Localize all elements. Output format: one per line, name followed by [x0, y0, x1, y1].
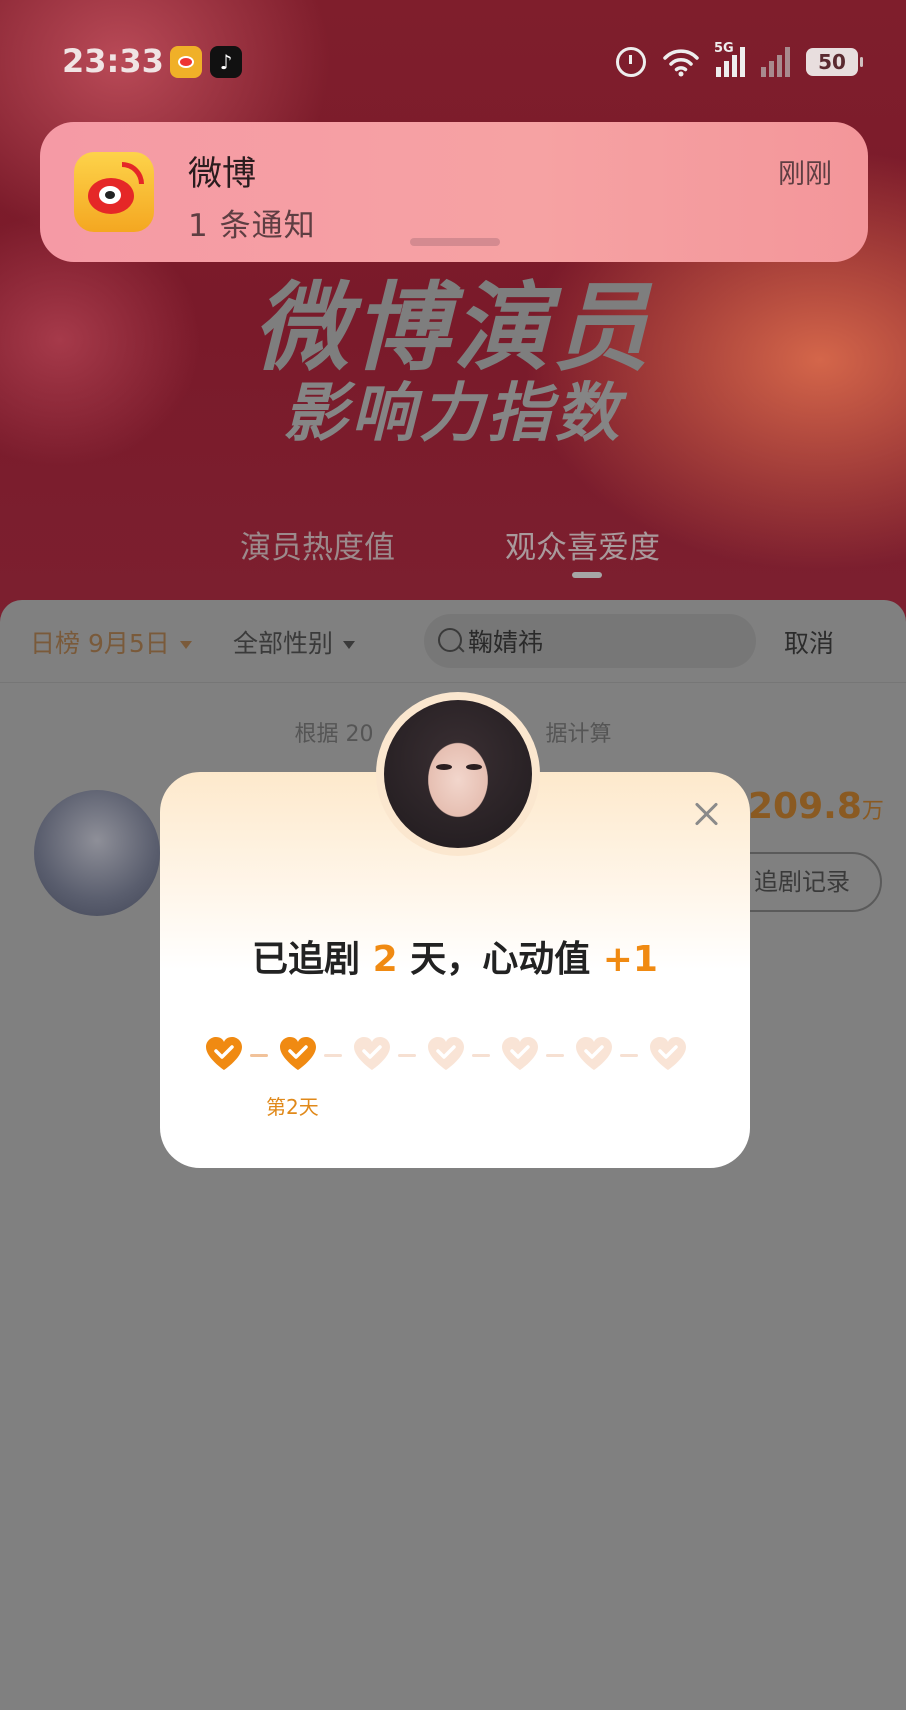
notification-message: 1 条通知 [188, 208, 316, 244]
basis-text-start: 根据 20 [294, 722, 374, 747]
heart-connector [250, 1054, 268, 1057]
date-filter-label: 日榜 9月5日 [30, 629, 170, 658]
notification-banner[interactable]: 微博 1 条通知 刚刚 [40, 122, 868, 262]
notification-app-name: 微博 [188, 154, 256, 194]
tab-bar: 演员热度值 观众喜爱度 [0, 522, 906, 582]
bonus-value: +1 [602, 939, 658, 980]
modal-headline: 已追剧 2 天，心动值 +1 [160, 930, 750, 982]
score-value: 209.8万 [748, 786, 884, 827]
weibo-notification-icon [170, 46, 202, 78]
alarm-icon [616, 47, 646, 77]
status-indicators: 5G 50 [616, 41, 863, 80]
basis-text-end: 据计算 [545, 722, 612, 747]
status-time: 23:33 [62, 42, 164, 80]
score-number: 209.8 [748, 786, 862, 827]
gender-filter[interactable]: 全部性别 [233, 624, 356, 660]
heart-connector [398, 1054, 416, 1057]
notification-time: 刚刚 [778, 159, 832, 190]
heart-empty-icon [650, 1037, 686, 1070]
wifi-icon [663, 49, 699, 77]
heart-checked-icon [206, 1037, 242, 1070]
heart-empty-icon [354, 1037, 390, 1070]
network-type: 5G [714, 41, 734, 56]
chevron-down-icon [343, 641, 356, 649]
headline-prefix: 已追剧 [252, 939, 361, 980]
gender-filter-label: 全部性别 [233, 629, 334, 658]
hero-subtitle: 影响力指数 [283, 377, 623, 451]
heart-empty-icon [576, 1037, 612, 1070]
modal-avatar [376, 692, 540, 856]
search-icon [438, 628, 462, 652]
tiktok-notification-icon: ♪ [210, 46, 242, 78]
search-box[interactable] [424, 614, 756, 668]
tab-actor-heat[interactable]: 演员热度值 [240, 522, 395, 567]
cancel-button[interactable]: 取消 [784, 624, 834, 660]
heart-connector [472, 1054, 490, 1057]
heart-connector [324, 1054, 342, 1057]
active-tab-indicator [572, 572, 602, 578]
score-unit: 万 [861, 799, 884, 824]
date-filter[interactable]: 日榜 9月5日 [30, 624, 192, 660]
filter-bar: 日榜 9月5日 全部性别 取消 [0, 600, 906, 683]
heart-empty-icon [428, 1037, 464, 1070]
headline-mid: 天，心动值 [410, 939, 591, 980]
status-bar: 23:33 ♪ 5G 50 [0, 0, 906, 120]
current-day-label: 第2天 [266, 1095, 319, 1119]
heart-checked-icon [280, 1037, 316, 1070]
heart-connector [546, 1054, 564, 1057]
days-count: 2 [372, 939, 398, 980]
weibo-app-icon [74, 152, 154, 232]
battery-icon: 50 [806, 48, 863, 76]
chevron-down-icon [179, 641, 192, 649]
search-input[interactable] [468, 626, 728, 655]
signal-secondary-icon [761, 47, 790, 77]
signal-5g-icon: 5G [714, 41, 745, 77]
close-icon[interactable] [692, 800, 720, 828]
avatar[interactable] [34, 790, 160, 916]
heart-connector [620, 1054, 638, 1057]
heart-empty-icon [502, 1037, 538, 1070]
notification-drag-handle[interactable] [410, 238, 500, 246]
tab-audience-favor[interactable]: 观众喜爱度 [505, 522, 660, 567]
